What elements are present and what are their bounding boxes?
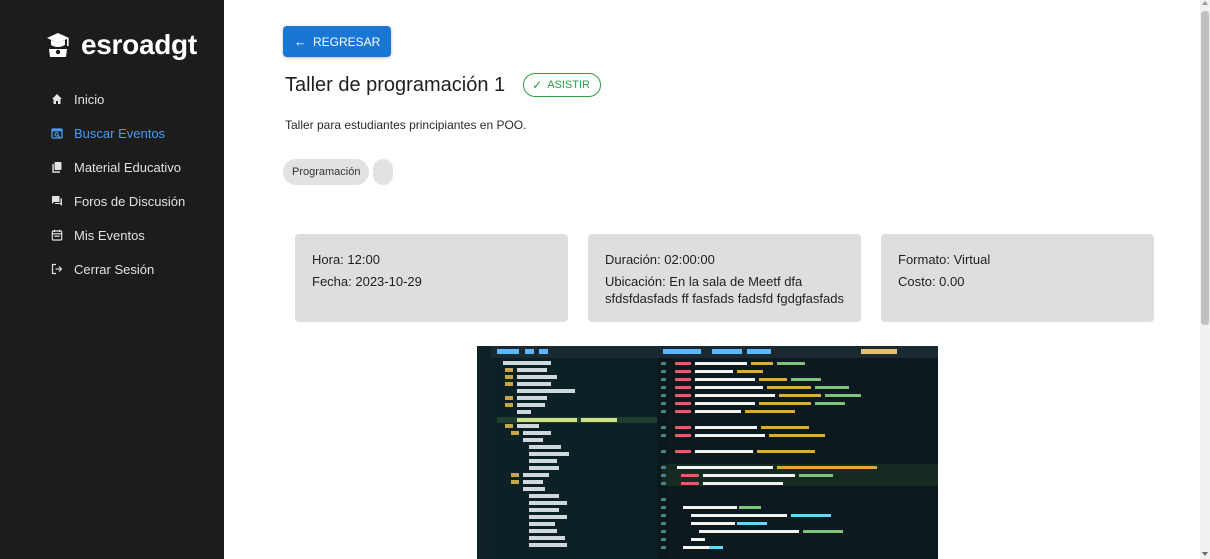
sidebar: esroadgt Inicio Buscar Eventos Material … xyxy=(0,0,224,559)
logout-icon xyxy=(50,262,64,276)
sidebar-item-buscar-eventos[interactable]: Buscar Eventos xyxy=(0,116,224,150)
scroll-down-arrow-icon[interactable] xyxy=(1202,552,1208,556)
event-location: Ubicación: En la sala de Meetf dfa sfdsf… xyxy=(605,274,844,306)
event-time: Hora: 12:00 xyxy=(312,252,380,267)
main-content: ← REGRESAR Taller de programación 1 ✓ AS… xyxy=(224,0,1200,559)
sidebar-item-foros[interactable]: Foros de Discusión xyxy=(0,184,224,218)
scroll-up-arrow-icon[interactable] xyxy=(1202,1,1208,5)
sidebar-item-inicio[interactable]: Inicio xyxy=(0,82,224,116)
sidebar-item-label: Inicio xyxy=(74,91,105,107)
location-card: Duración: 02:00:00 Ubicación: En la sala… xyxy=(588,234,861,322)
book-icon xyxy=(50,160,64,174)
sidebar-item-material-educativo[interactable]: Material Educativo xyxy=(0,150,224,184)
event-cost: Costo: 0.00 xyxy=(898,274,965,289)
event-duration: Duración: 02:00:00 xyxy=(605,252,715,267)
event-date: Fecha: 2023-10-29 xyxy=(312,274,422,289)
sidebar-item-label: Buscar Eventos xyxy=(74,125,166,141)
time-card: Hora: 12:00 Fecha: 2023-10-29 xyxy=(295,234,568,322)
sidebar-item-label: Cerrar Sesión xyxy=(74,261,155,277)
arrow-left-icon: ← xyxy=(294,34,307,49)
assist-button[interactable]: ✓ ASISTIR xyxy=(523,73,601,97)
forum-icon xyxy=(50,194,64,208)
event-description: Taller para estudiantes principiantes en… xyxy=(285,118,527,132)
tag-chip-empty xyxy=(373,159,394,185)
scrollbar-thumb[interactable] xyxy=(1201,11,1209,325)
graduation-cap-icon xyxy=(46,32,70,58)
sidebar-item-cerrar-sesion[interactable]: Cerrar Sesión xyxy=(0,252,224,286)
calendar-icon xyxy=(50,228,64,242)
page-title: Taller de programación 1 xyxy=(285,73,506,96)
search-events-icon xyxy=(50,126,64,140)
event-image xyxy=(477,346,938,559)
format-card: Formato: Virtual Costo: 0.00 xyxy=(881,234,1154,322)
brand-name: esroadgt xyxy=(81,29,197,60)
event-format: Formato: Virtual xyxy=(898,252,991,267)
page-scrollbar[interactable] xyxy=(1200,0,1210,559)
sidebar-nav: Inicio Buscar Eventos Material Educativo… xyxy=(0,82,224,286)
back-button-label: REGRESAR xyxy=(313,34,381,49)
sidebar-item-mis-eventos[interactable]: Mis Eventos xyxy=(0,218,224,252)
sidebar-item-label: Mis Eventos xyxy=(74,227,145,243)
tag-chip: Programación xyxy=(283,159,370,185)
back-button[interactable]: ← REGRESAR xyxy=(283,26,392,57)
check-icon: ✓ xyxy=(532,78,543,92)
assist-label: ASISTIR xyxy=(547,79,590,91)
brand[interactable]: esroadgt xyxy=(46,29,197,61)
home-icon xyxy=(50,92,64,106)
title-row: Taller de programación 1 ✓ ASISTIR xyxy=(285,73,601,97)
code-editor-illustration xyxy=(477,346,938,559)
sidebar-item-label: Material Educativo xyxy=(74,159,181,175)
sidebar-item-label: Foros de Discusión xyxy=(74,193,186,209)
tag-list: Programación xyxy=(283,159,397,185)
